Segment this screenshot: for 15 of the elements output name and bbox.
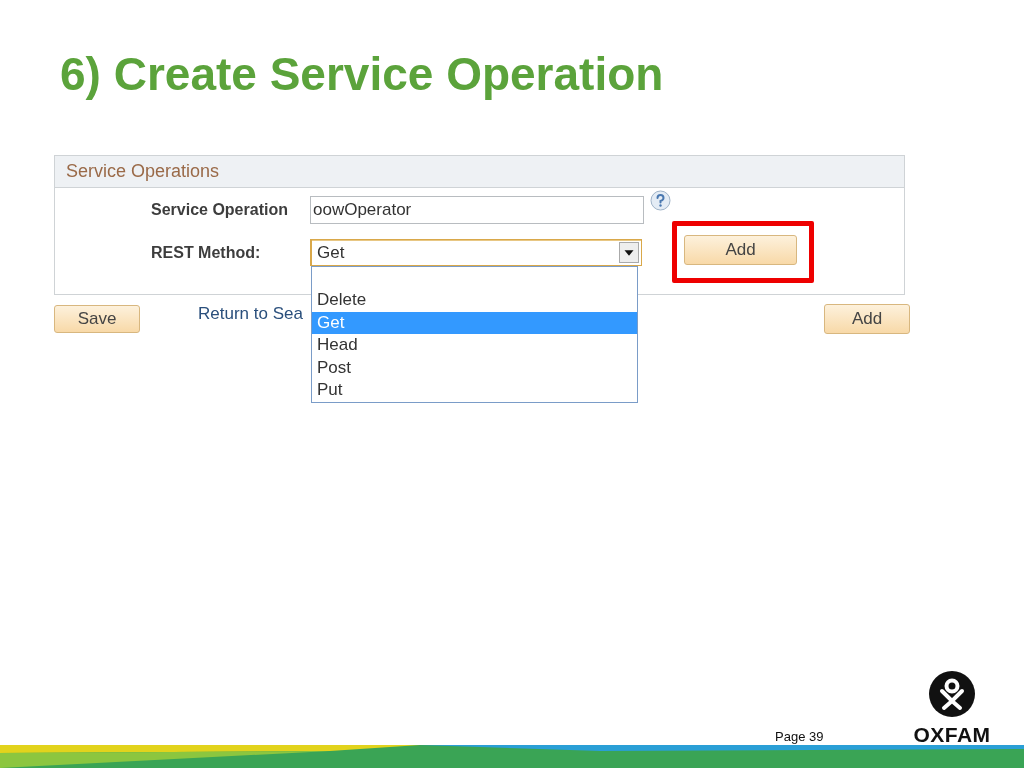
save-button[interactable]: Save bbox=[54, 305, 140, 333]
logo-icon bbox=[929, 671, 975, 717]
field-label: REST Method: bbox=[151, 243, 262, 262]
input-field[interactable]: oowOperator bbox=[310, 196, 644, 224]
add-button[interactable]: Add bbox=[824, 304, 910, 334]
dropdown[interactable]: Get bbox=[310, 239, 642, 266]
panel-title: Service Operations bbox=[66, 161, 220, 182]
logo-text: OXFAM bbox=[913, 725, 991, 745]
page-number: Page 39 bbox=[775, 729, 824, 744]
slide-title: 6) Create Service Operation bbox=[60, 47, 664, 102]
help-icon[interactable] bbox=[650, 190, 671, 211]
caret-icon bbox=[619, 242, 639, 263]
add-button[interactable]: Add bbox=[684, 235, 797, 265]
field-label: Service Operation bbox=[151, 201, 289, 219]
return-link[interactable]: Return to Sea bbox=[198, 304, 303, 324]
